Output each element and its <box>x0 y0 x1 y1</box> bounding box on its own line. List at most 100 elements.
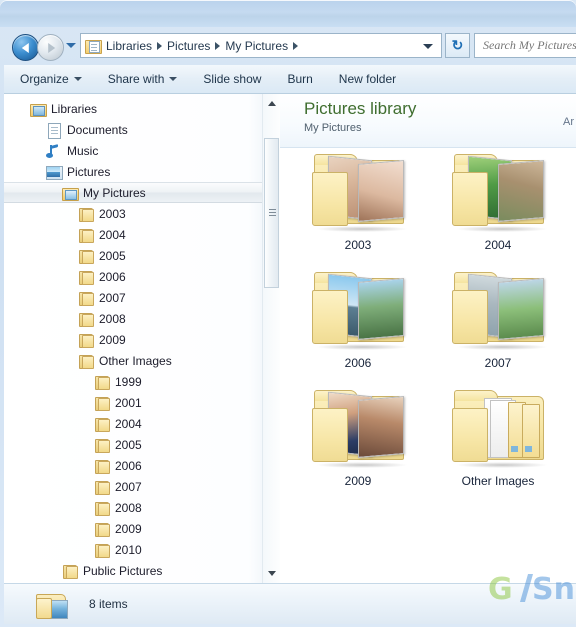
scroll-down-button[interactable] <box>264 565 279 582</box>
tree-item-public-pictures[interactable]: Public Pictures <box>4 560 262 581</box>
tree-item-label: 2007 <box>115 479 142 494</box>
folder-item[interactable]: 2009 <box>288 386 428 501</box>
tree-item-2008[interactable]: 2008 <box>4 497 262 518</box>
folder-grid: 2003 2004 2006 2007 2009 Other Images <box>280 150 576 583</box>
music-note-icon <box>46 144 62 158</box>
tree-item-label: 2003 <box>99 206 126 221</box>
forward-button[interactable] <box>37 34 64 61</box>
folder-item[interactable]: 2006 <box>288 268 428 383</box>
history-dropdown-icon[interactable] <box>66 43 76 48</box>
folder-icon <box>78 207 94 222</box>
tree-item-other-images[interactable]: Other Images <box>4 350 262 371</box>
tree-item-2008[interactable]: 2008 <box>4 308 262 329</box>
tree-item-2004[interactable]: 2004 <box>4 224 262 245</box>
folder-icon <box>78 291 94 306</box>
caret-down-icon <box>73 77 82 81</box>
tree-item-label: 2004 <box>115 416 142 431</box>
folder-name-label: 2009 <box>344 474 372 488</box>
tree-item-label: Documents <box>67 122 128 137</box>
library-subtitle: My Pictures <box>304 122 362 134</box>
my-pictures-icon <box>62 186 79 201</box>
folder-item[interactable]: Other Images <box>428 386 568 501</box>
folder-thumbnail-icon <box>446 386 550 472</box>
burn-button[interactable]: Burn <box>287 72 312 86</box>
folder-thumbnail-icon <box>306 386 410 472</box>
folder-item[interactable]: 2007 <box>428 268 568 383</box>
navigation-scrollbar[interactable] <box>262 94 280 583</box>
tree-item-label: 2009 <box>99 332 126 347</box>
tree-item-label: Music <box>67 143 99 158</box>
folder-thumbnail-icon <box>306 150 410 236</box>
explorer-body: Libraries Documents Music Pictures My Pictur… <box>4 94 576 583</box>
tree-item-libraries[interactable]: Libraries <box>4 98 262 119</box>
breadcrumb-item-libraries[interactable]: Libraries <box>103 39 155 53</box>
tree-item-label: Pictures <box>67 164 111 179</box>
chevron-right-icon <box>157 41 163 50</box>
tree-item-pictures[interactable]: Pictures <box>4 161 262 182</box>
libraries-icon <box>30 102 47 117</box>
tree-item-2006[interactable]: 2006 <box>4 266 262 287</box>
folder-icon <box>78 333 94 348</box>
tree-item-2007[interactable]: 2007 <box>4 287 262 308</box>
tree-item-2009[interactable]: 2009 <box>4 518 262 539</box>
folder-icon <box>62 564 78 579</box>
tree-item-label: 2009 <box>115 521 142 536</box>
share-with-label: Share with <box>107 72 165 86</box>
folder-item[interactable]: 2004 <box>428 150 568 265</box>
search-box[interactable] <box>474 33 576 58</box>
tree-item-2004[interactable]: 2004 <box>4 413 262 434</box>
folder-icon <box>94 459 110 474</box>
tree-item-my-pictures[interactable]: My Pictures <box>4 182 262 203</box>
breadcrumb[interactable]: Libraries Pictures My Pictures <box>80 33 442 58</box>
folder-icon <box>78 312 94 327</box>
folder-name-label: 2007 <box>484 356 512 370</box>
share-with-button[interactable]: Share with <box>108 72 178 86</box>
search-input[interactable] <box>481 37 576 54</box>
refresh-icon: ↻ <box>451 37 464 53</box>
tree-item-label: 1999 <box>115 374 142 389</box>
tree-item-2007[interactable]: 2007 <box>4 476 262 497</box>
folder-icon <box>94 501 110 516</box>
scroll-up-button[interactable] <box>264 95 279 112</box>
content-pane: Pictures library My Pictures Ar 2003 2004… <box>280 94 576 583</box>
tree-item-2005[interactable]: 2005 <box>4 245 262 266</box>
tree-item-music[interactable]: Music <box>4 140 262 161</box>
explorer-window: Libraries Pictures My Pictures ↻ Organiz… <box>0 0 576 627</box>
address-bar: Libraries Pictures My Pictures ↻ <box>4 27 576 65</box>
scrollbar-grip-icon <box>269 209 276 210</box>
tree-item-2009[interactable]: 2009 <box>4 329 262 350</box>
page-title: Pictures library <box>304 99 417 118</box>
breadcrumb-dropdown-icon[interactable] <box>423 44 433 49</box>
folder-icon <box>78 249 94 264</box>
library-header: Pictures library My Pictures Ar <box>280 94 576 148</box>
tree-item-2001[interactable]: 2001 <box>4 392 262 413</box>
document-icon <box>46 122 62 139</box>
slide-show-button[interactable]: Slide show <box>203 72 261 86</box>
item-count-label: 8 items <box>89 597 128 611</box>
tree-item-label: 2005 <box>99 248 126 263</box>
tree-item-2005[interactable]: 2005 <box>4 434 262 455</box>
title-bar[interactable] <box>0 0 576 27</box>
tree-item-2010[interactable]: 2010 <box>4 539 262 560</box>
refresh-button[interactable]: ↻ <box>445 33 470 58</box>
tree-item-label: 2001 <box>115 395 142 410</box>
tree-item-2006[interactable]: 2006 <box>4 455 262 476</box>
tree-item-2003[interactable]: 2003 <box>4 203 262 224</box>
breadcrumb-item-pictures[interactable]: Pictures <box>164 39 213 53</box>
caret-down-icon <box>169 77 178 81</box>
tree-item-label: 2006 <box>115 458 142 473</box>
scroll-up-arrow-icon <box>267 101 276 106</box>
command-toolbar: Organize Share with Slide show Burn New … <box>4 65 576 94</box>
arrange-by-button[interactable]: Ar <box>563 116 574 128</box>
tree-item-1999[interactable]: 1999 <box>4 371 262 392</box>
back-button[interactable] <box>12 34 39 61</box>
breadcrumb-item-my-pictures[interactable]: My Pictures <box>222 39 291 53</box>
forward-arrow-icon <box>47 42 55 53</box>
scrollbar-thumb[interactable] <box>264 138 279 288</box>
new-folder-button[interactable]: New folder <box>339 72 396 86</box>
folder-thumbnail-icon <box>306 268 410 354</box>
organize-label: Organize <box>20 72 69 86</box>
folder-item[interactable]: 2003 <box>288 150 428 265</box>
organize-button[interactable]: Organize <box>20 72 82 86</box>
tree-item-documents[interactable]: Documents <box>4 119 262 140</box>
